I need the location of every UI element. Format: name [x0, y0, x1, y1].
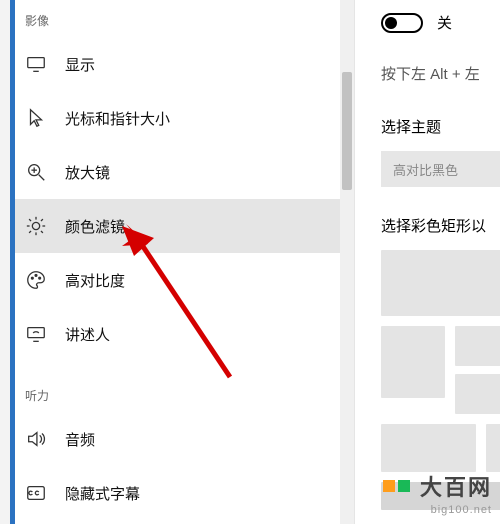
sidebar-item-label: 隐藏式字幕 — [65, 483, 140, 504]
sidebar-item-label: 高对比度 — [65, 270, 125, 291]
app-root: 影像 显示 光标和指针大小 放大镜 — [0, 0, 500, 524]
monitor-icon — [25, 53, 47, 75]
sidebar-item-label: 放大镜 — [65, 162, 110, 183]
high-contrast-toggle[interactable] — [381, 13, 423, 33]
magnifier-icon — [25, 161, 47, 183]
preview-box[interactable] — [381, 250, 500, 316]
theme-heading: 选择主题 — [381, 116, 500, 137]
theme-selected-value: 高对比黑色 — [393, 160, 458, 179]
brightness-icon — [25, 215, 47, 237]
cursor-icon — [25, 107, 47, 129]
watermark-logo-icon — [383, 480, 410, 492]
watermark-en: big100.net — [383, 504, 492, 516]
toggle-state-label: 关 — [437, 12, 452, 33]
preview-box[interactable] — [486, 424, 500, 472]
palette-icon — [25, 269, 47, 291]
preview-box[interactable] — [455, 374, 500, 414]
captions-icon — [25, 482, 47, 504]
sidebar-item-label: 讲述人 — [65, 324, 110, 345]
sidebar-item-high-contrast[interactable]: 高对比度 — [15, 253, 354, 307]
speaker-icon — [25, 428, 47, 450]
sidebar-item-label: 光标和指针大小 — [65, 108, 170, 129]
watermark: 大百网 big100.net — [383, 470, 492, 516]
sidebar-item-narrator[interactable]: 讲述人 — [15, 307, 354, 361]
sidebar-category-audio: 听力 — [15, 381, 354, 412]
content-pane: 关 按下左 Alt + 左 选择主题 高对比黑色 选择彩色矩形以 — [355, 0, 500, 524]
narrator-icon — [25, 323, 47, 345]
toggle-row: 关 — [381, 12, 500, 33]
sidebar-item-cursor[interactable]: 光标和指针大小 — [15, 91, 354, 145]
sidebar-item-label: 显示 — [65, 54, 95, 75]
watermark-cn: 大百网 — [420, 470, 492, 502]
sidebar-content: 影像 显示 光标和指针大小 放大镜 — [15, 0, 354, 524]
sidebar-item-magnifier[interactable]: 放大镜 — [15, 145, 354, 199]
sidebar-scrollbar[interactable] — [340, 0, 354, 524]
preview-box[interactable] — [381, 424, 476, 472]
shortcut-hint: 按下左 Alt + 左 — [381, 63, 500, 84]
scrollbar-thumb[interactable] — [342, 72, 352, 190]
preview-box[interactable] — [455, 326, 500, 366]
sidebar-item-captions[interactable]: 隐藏式字幕 — [15, 466, 354, 520]
preview-box[interactable] — [381, 326, 445, 398]
sidebar: 影像 显示 光标和指针大小 放大镜 — [0, 0, 355, 524]
sidebar-item-audio[interactable]: 音频 — [15, 412, 354, 466]
sidebar-item-display[interactable]: 显示 — [15, 37, 354, 91]
preview-heading: 选择彩色矩形以 — [381, 215, 500, 236]
sidebar-item-label: 颜色滤镜 — [65, 216, 125, 237]
sidebar-item-label: 音频 — [65, 429, 95, 450]
theme-dropdown[interactable]: 高对比黑色 — [381, 151, 500, 187]
toggle-knob — [385, 17, 397, 29]
sidebar-item-color-filter[interactable]: 颜色滤镜 — [15, 199, 354, 253]
sidebar-category-visual: 影像 — [15, 6, 354, 37]
